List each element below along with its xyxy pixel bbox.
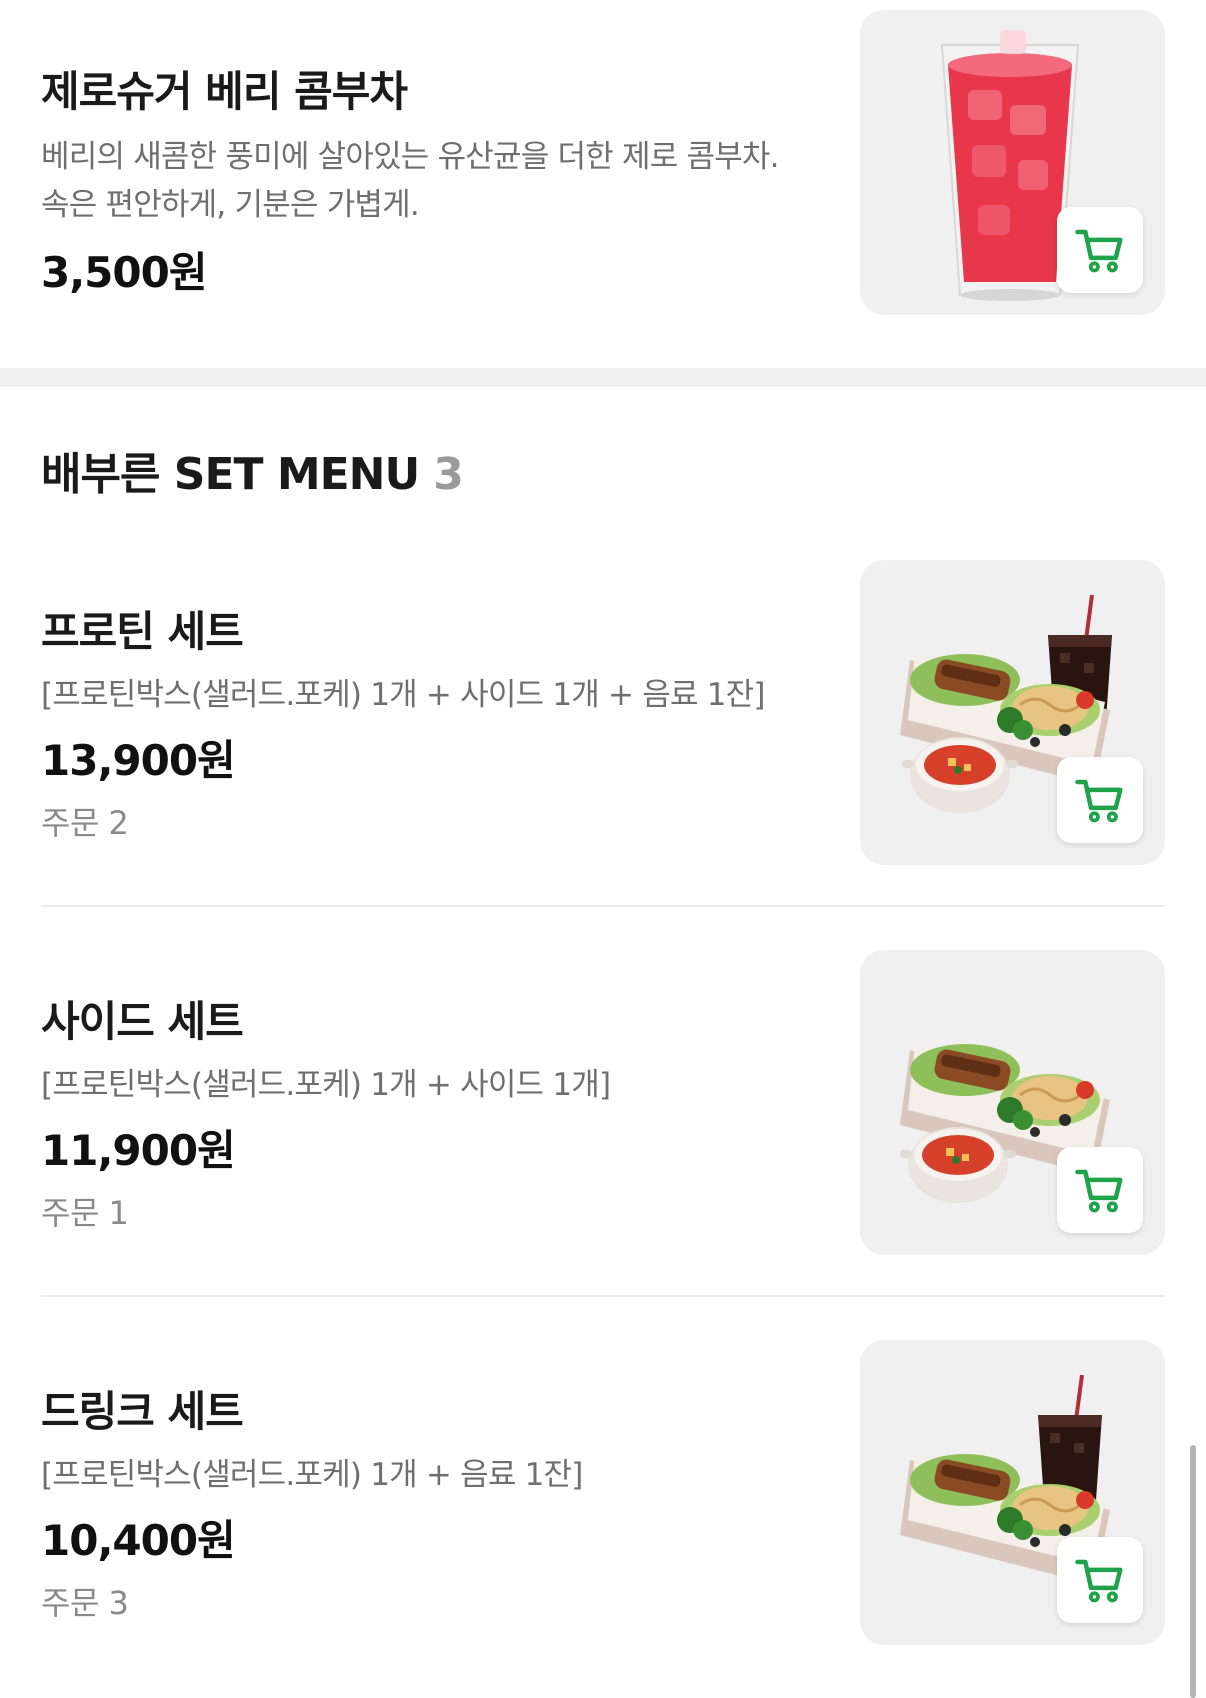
item-name: 프로틴 세트 — [41, 607, 244, 656]
item-order-count: 주문 1 — [41, 1194, 129, 1232]
menu-page: 제로슈거 베리 콤부차 베리의 새콤한 풍미에 살아있는 유산균을 더한 제로 … — [0, 0, 1206, 1698]
menu-item-berry-kombucha[interactable]: 제로슈거 베리 콤부차 베리의 새콤한 풍미에 살아있는 유산균을 더한 제로 … — [0, 0, 1206, 368]
menu-item-side-set[interactable]: 사이드 세트 [프로틴박스(샐러드.포케) 1개 + 사이드 1개] 11,90… — [0, 950, 1206, 1270]
item-description: [프로틴박스(샐러드.포케) 1개 + 사이드 1개] — [41, 1067, 611, 1103]
item-image[interactable] — [860, 10, 1165, 315]
add-to-cart-button[interactable] — [1057, 757, 1143, 843]
item-price: 11,900원 — [41, 1126, 236, 1175]
item-divider — [41, 1295, 1165, 1297]
section-header: 배부른 SET MENU 3 — [41, 438, 464, 502]
item-description: [프로틴박스(샐러드.포케) 1개 + 음료 1잔] — [41, 1457, 583, 1493]
item-description: 베리의 새콤한 풍미에 살아있는 유산균을 더한 제로 콤부차. 속은 편안하게… — [41, 139, 780, 223]
item-image[interactable] — [860, 950, 1165, 1255]
menu-item-protein-set[interactable]: 프로틴 세트 [프로틴박스(샐러드.포케) 1개 + 사이드 1개 + 음료 1… — [0, 560, 1206, 880]
cart-icon — [1073, 1553, 1127, 1607]
add-to-cart-button[interactable] — [1057, 1147, 1143, 1233]
section-title: 배부른 SET MENU — [41, 449, 420, 500]
item-divider — [41, 905, 1165, 907]
item-name: 제로슈거 베리 콤부차 — [41, 67, 408, 116]
cart-icon — [1073, 1163, 1127, 1217]
item-description: [프로틴박스(샐러드.포케) 1개 + 사이드 1개 + 음료 1잔] — [41, 677, 765, 713]
menu-item-drink-set[interactable]: 드링크 세트 [프로틴박스(샐러드.포케) 1개 + 음료 1잔] 10,400… — [0, 1340, 1206, 1670]
item-price: 10,400원 — [41, 1516, 236, 1565]
section-count: 3 — [433, 449, 464, 500]
item-name: 드링크 세트 — [41, 1387, 244, 1436]
item-price: 13,900원 — [41, 736, 236, 785]
add-to-cart-button[interactable] — [1057, 1537, 1143, 1623]
cart-icon — [1073, 773, 1127, 827]
add-to-cart-button[interactable] — [1057, 207, 1143, 293]
cart-icon — [1073, 223, 1127, 277]
section-divider — [0, 368, 1206, 387]
item-name: 사이드 세트 — [41, 997, 244, 1046]
item-image[interactable] — [860, 560, 1165, 865]
item-order-count: 주문 3 — [41, 1584, 129, 1622]
scrollbar[interactable] — [1190, 1445, 1196, 1698]
item-price: 3,500원 — [41, 248, 208, 297]
item-order-count: 주문 2 — [41, 804, 129, 842]
item-image[interactable] — [860, 1340, 1165, 1645]
